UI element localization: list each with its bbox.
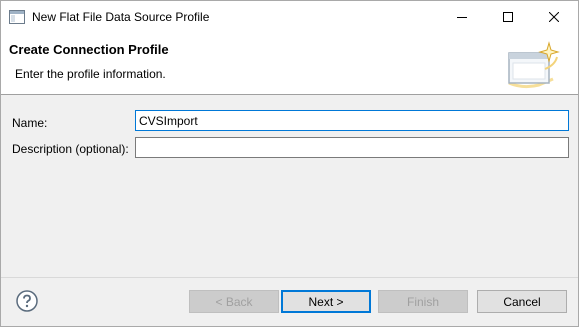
maximize-icon: [503, 12, 513, 22]
help-icon[interactable]: [16, 290, 38, 312]
wizard-banner: Create Connection Profile Enter the prof…: [1, 33, 578, 95]
description-input[interactable]: [135, 137, 569, 158]
close-button[interactable]: [531, 1, 577, 33]
footer-divider: [1, 277, 578, 278]
cancel-button[interactable]: Cancel: [477, 290, 567, 313]
name-input[interactable]: [135, 110, 569, 131]
close-icon: [549, 12, 559, 22]
window-title: New Flat File Data Source Profile: [32, 10, 210, 24]
description-label: Description (optional):: [12, 142, 129, 156]
name-label: Name:: [12, 116, 48, 130]
app-window-icon: [9, 10, 25, 24]
page-title: Create Connection Profile: [9, 42, 169, 57]
finish-button[interactable]: Finish: [378, 290, 468, 313]
dialog-window: New Flat File Data Source Profile Create…: [0, 0, 579, 327]
title-bar[interactable]: New Flat File Data Source Profile: [1, 1, 578, 33]
back-button[interactable]: < Back: [189, 290, 279, 313]
minimize-button[interactable]: [439, 1, 485, 33]
page-description: Enter the profile information.: [15, 67, 166, 81]
next-button[interactable]: Next >: [281, 290, 371, 313]
minimize-icon: [457, 17, 467, 18]
maximize-button[interactable]: [485, 1, 531, 33]
new-window-wizard-icon: [508, 41, 560, 89]
